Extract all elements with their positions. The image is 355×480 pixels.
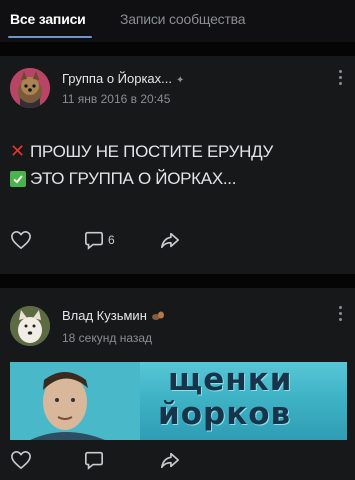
- author-name: Группа о Йорках...: [62, 71, 172, 86]
- author-name: Влад Кузьмин: [62, 308, 147, 323]
- post-author[interactable]: Влад Кузьмин: [62, 308, 165, 323]
- comment-icon: [85, 451, 103, 470]
- like-icon: [11, 450, 31, 470]
- check-emoji-icon: [10, 171, 26, 187]
- comments-count: 6: [108, 233, 115, 247]
- tabs-bar: Все записи Записи сообщества: [0, 0, 355, 42]
- post-actions: 6: [0, 230, 355, 260]
- post-image-banner[interactable]: щенки йорков: [10, 362, 347, 440]
- comment-icon: [85, 231, 103, 250]
- more-icon[interactable]: [339, 70, 343, 88]
- tab-all-posts[interactable]: Все записи: [10, 11, 86, 27]
- post-text-line: ✕ ПРОШУ НЕ ПОСТИТЕ ЕРУНДУ: [10, 141, 273, 162]
- squirrel-emoji-icon: [151, 311, 164, 320]
- banner-text: йорков: [158, 396, 292, 432]
- like-icon: [11, 230, 31, 250]
- active-tab-indicator: [8, 36, 92, 38]
- banner-text: щенки: [168, 362, 293, 398]
- post-actions: [0, 450, 355, 480]
- share-button[interactable]: [160, 230, 180, 250]
- avatar[interactable]: [10, 68, 50, 108]
- divider: [0, 274, 355, 288]
- post-author[interactable]: Группа о Йорках... ✦: [62, 71, 184, 86]
- share-icon: [161, 452, 179, 469]
- comment-button[interactable]: 6: [84, 230, 115, 250]
- post-text: ПРОШУ НЕ ПОСТИТЕ ЕРУНДУ: [30, 141, 274, 161]
- tab-community-posts[interactable]: Записи сообщества: [120, 11, 246, 27]
- post-card: Группа о Йорках... ✦ 11 янв 2016 в 20:45 …: [0, 56, 355, 274]
- comment-button[interactable]: [84, 450, 104, 470]
- cross-emoji-icon: ✕: [10, 141, 25, 161]
- pin-icon: ✦: [176, 75, 185, 86]
- yorkie-avatar-image: [10, 68, 50, 108]
- divider: [0, 42, 355, 56]
- post-time: 11 янв 2016 в 20:45: [62, 92, 171, 106]
- more-icon[interactable]: [339, 306, 343, 324]
- dog-avatar-image: [10, 306, 50, 346]
- post-card: Влад Кузьмин 18 секунд назад щенки йорко…: [0, 288, 355, 480]
- share-button[interactable]: [160, 450, 180, 470]
- post-text-line: ЭТО ГРУППА О ЙОРКАХ...: [10, 169, 236, 189]
- avatar[interactable]: [10, 306, 50, 346]
- post-text: ЭТО ГРУППА О ЙОРКАХ...: [30, 169, 237, 188]
- like-button[interactable]: [10, 450, 32, 470]
- like-button[interactable]: [10, 230, 32, 250]
- post-time: 18 секунд назад: [62, 331, 153, 345]
- share-icon: [161, 232, 179, 249]
